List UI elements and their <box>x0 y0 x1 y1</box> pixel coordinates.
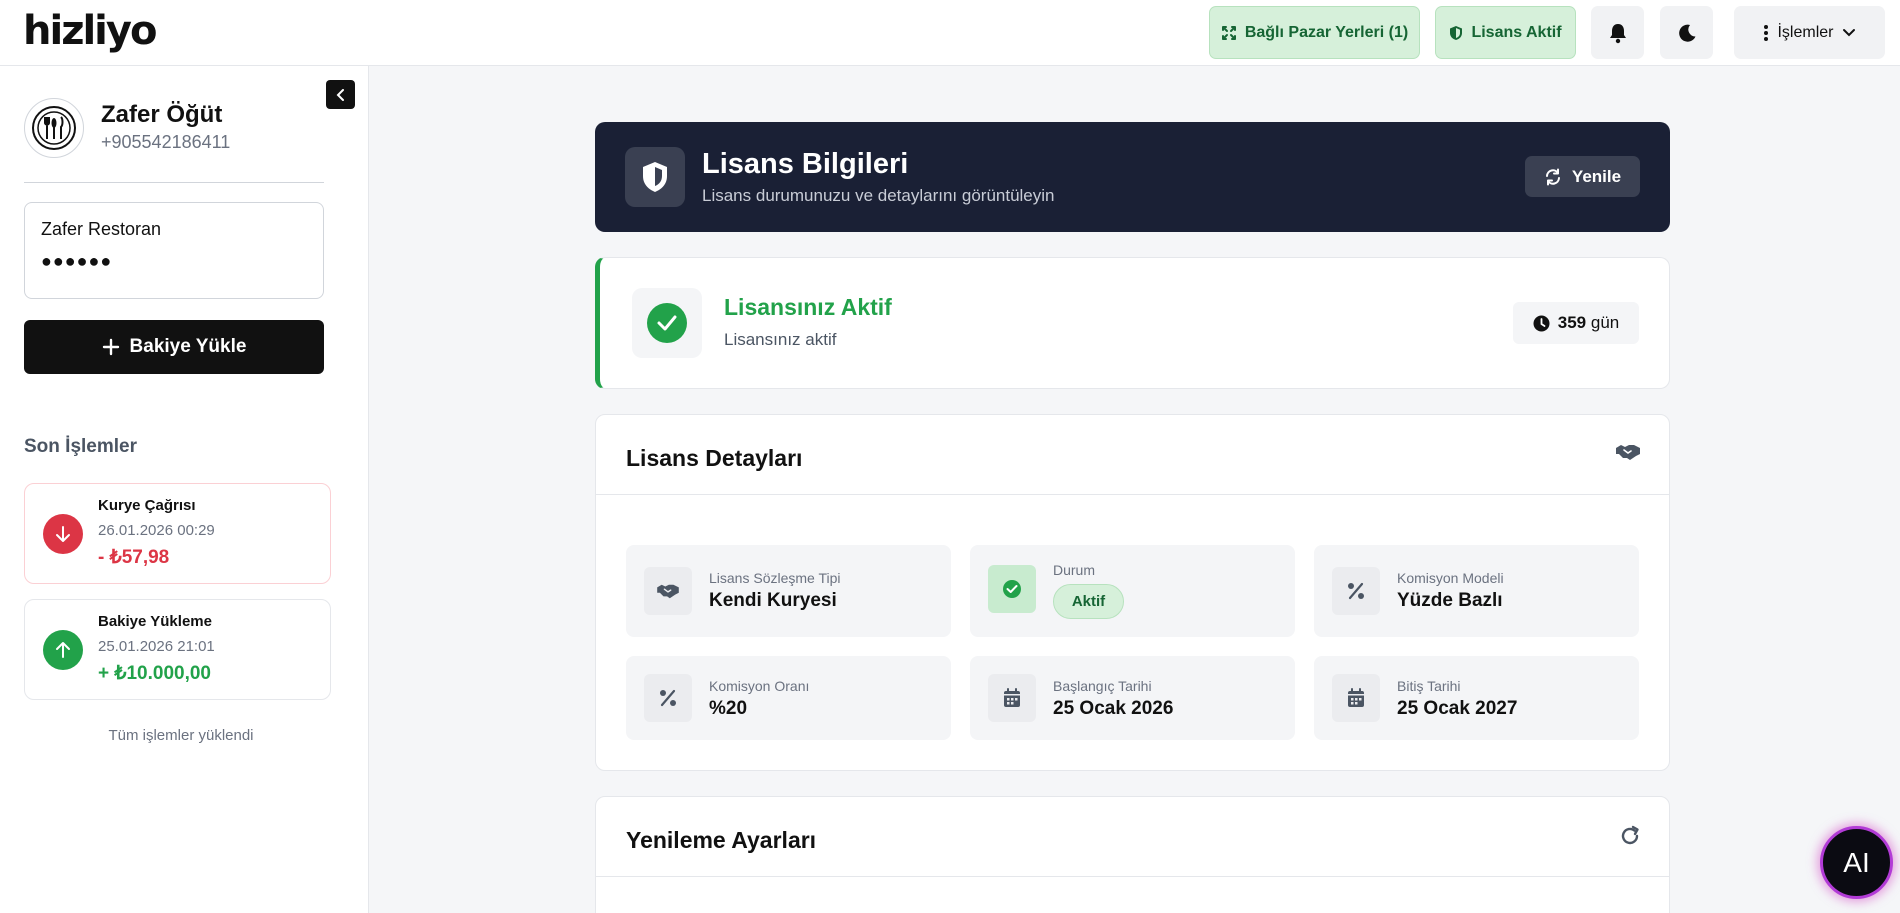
detail-value: Yüzde Bazlı <box>1397 590 1503 611</box>
detail-label: Başlangıç Tarihi <box>1053 678 1152 694</box>
transaction-title: Kurye Çağrısı <box>98 497 196 514</box>
detail-commission-rate: Komisyon Oranı %20 <box>626 656 951 740</box>
restaurant-card[interactable]: Zafer Restoran ●●●●●● <box>24 202 324 299</box>
detail-label: Lisans Sözleşme Tipi <box>709 570 841 586</box>
status-icon-container <box>632 288 702 358</box>
user-phone: +905542186411 <box>101 132 231 152</box>
restaurant-name: Zafer Restoran <box>41 219 162 239</box>
calendar-icon <box>1332 674 1380 722</box>
marketplaces-button[interactable]: Bağlı Pazar Yerleri (1) <box>1209 6 1420 59</box>
refresh-button[interactable]: Yenile <box>1525 156 1640 197</box>
theme-toggle-button[interactable] <box>1660 6 1713 59</box>
transaction-title: Bakiye Yükleme <box>98 613 212 630</box>
load-balance-button[interactable]: Bakiye Yükle <box>24 320 324 374</box>
more-vertical-icon <box>1764 24 1769 41</box>
clock-icon <box>1533 315 1550 331</box>
renewal-settings-card: Yenileme Ayarları <box>595 796 1670 913</box>
section-title: Yenileme Ayarları <box>626 827 817 853</box>
detail-value: Kendi Kuryesi <box>709 590 837 611</box>
detail-label: Durum <box>1053 562 1096 578</box>
link-icon <box>1221 25 1236 40</box>
handshake-icon <box>1615 442 1641 467</box>
chevron-down-icon <box>1842 28 1855 36</box>
license-active-label: Lisans Aktif <box>1471 23 1562 41</box>
license-status-subtitle: Lisansınız aktif <box>724 330 837 349</box>
user-name: Zafer Öğüt <box>101 101 223 128</box>
check-circle-icon <box>647 303 687 343</box>
detail-value: 25 Ocak 2026 <box>1053 698 1174 719</box>
days-count: 359 <box>1557 313 1587 332</box>
days-remaining-badge: 359 gün <box>1513 302 1639 344</box>
bell-icon <box>1609 23 1626 43</box>
load-balance-label: Bakiye Yükle <box>129 336 247 357</box>
license-details-card: Lisans Detayları Lisans Sözleşme Tipi Ke… <box>595 414 1670 771</box>
detail-start-date: Başlangıç Tarihi 25 Ocak 2026 <box>970 656 1295 740</box>
shield-icon <box>1450 25 1463 40</box>
restaurant-logo-icon <box>32 106 76 150</box>
detail-contract-type: Lisans Sözleşme Tipi Kendi Kuryesi <box>626 545 951 637</box>
collapse-sidebar-button[interactable] <box>326 80 355 109</box>
avatar[interactable] <box>24 98 84 158</box>
percent-icon <box>1332 567 1380 615</box>
check-icon <box>988 565 1036 613</box>
refresh-icon[interactable] <box>1619 825 1641 852</box>
detail-end-date: Bitiş Tarihi 25 Ocak 2027 <box>1314 656 1639 740</box>
restaurant-password: ●●●●●● <box>41 251 113 271</box>
transaction-amount: - ₺57,98 <box>98 547 170 568</box>
page-subtitle: Lisans durumunuzu ve detaylarını görüntü… <box>702 186 1055 205</box>
percent-icon <box>644 674 692 722</box>
license-status-card: Lisansınız Aktif Lisansınız aktif 359 gü… <box>595 257 1670 389</box>
transaction-item[interactable]: Kurye Çağrısı 26.01.2026 00:29 - ₺57,98 <box>24 483 331 584</box>
detail-label: Bitiş Tarihi <box>1397 678 1461 694</box>
detail-value: %20 <box>709 698 748 719</box>
moon-icon <box>1678 24 1695 42</box>
detail-commission-model: Komisyon Modeli Yüzde Bazlı <box>1314 545 1639 637</box>
license-status-title: Lisansınız Aktif <box>724 294 892 320</box>
transaction-date: 26.01.2026 00:29 <box>98 522 215 539</box>
detail-status: Durum Aktif <box>970 545 1295 637</box>
status-badge: Aktif <box>1053 584 1124 619</box>
sidebar: Zafer Öğüt +905542186411 Zafer Restoran … <box>0 66 369 913</box>
divider <box>596 876 1669 877</box>
marketplaces-label: Bağlı Pazar Yerleri (1) <box>1244 23 1409 41</box>
arrow-up-icon <box>43 630 83 670</box>
all-loaded-text: Tüm işlemler yüklendi <box>108 727 254 744</box>
license-info-header: Lisans Bilgileri Lisans durumunuzu ve de… <box>595 122 1670 232</box>
shield-icon <box>625 147 685 207</box>
refresh-icon <box>1545 168 1560 185</box>
page-title: Lisans Bilgileri <box>702 148 909 180</box>
detail-label: Komisyon Modeli <box>1397 570 1504 586</box>
app-logo[interactable]: hizliyo <box>23 8 157 54</box>
notifications-button[interactable] <box>1591 6 1644 59</box>
detail-label: Komisyon Oranı <box>709 678 810 694</box>
top-bar: hizliyo Bağlı Pazar Yerleri (1) Lisans A… <box>0 0 1900 66</box>
ai-assistant-button[interactable]: AI <box>1820 826 1893 899</box>
transaction-date: 25.01.2026 21:01 <box>98 638 215 655</box>
days-unit: gün <box>1590 313 1620 332</box>
license-active-button[interactable]: Lisans Aktif <box>1435 6 1576 59</box>
transaction-amount: + ₺10.000,00 <box>98 663 211 684</box>
actions-label: İşlemler <box>1777 23 1834 41</box>
calendar-icon <box>988 674 1036 722</box>
transaction-item[interactable]: Bakiye Yükleme 25.01.2026 21:01 + ₺10.00… <box>24 599 331 700</box>
section-title: Lisans Detayları <box>626 445 803 471</box>
handshake-icon <box>644 567 692 615</box>
divider <box>24 182 324 183</box>
divider <box>596 494 1669 495</box>
arrow-down-icon <box>43 514 83 554</box>
refresh-label: Yenile <box>1571 166 1622 186</box>
chevron-left-icon <box>336 88 344 101</box>
plus-icon <box>102 338 119 356</box>
detail-value: 25 Ocak 2027 <box>1397 698 1518 719</box>
actions-menu-button[interactable]: İşlemler <box>1734 6 1885 59</box>
recent-transactions-title: Son İşlemler <box>24 436 137 457</box>
